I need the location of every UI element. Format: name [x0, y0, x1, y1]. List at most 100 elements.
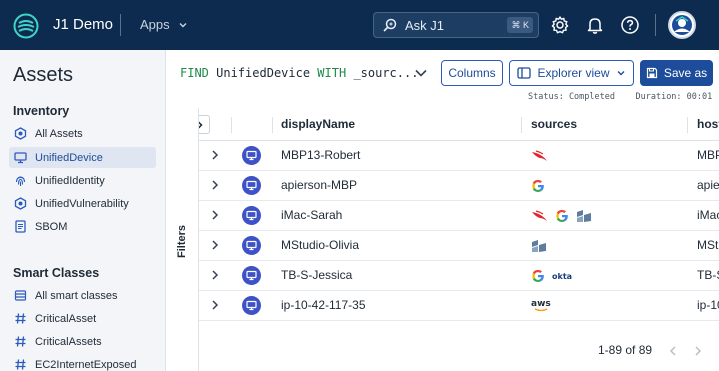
- columns-button[interactable]: Columns: [441, 60, 503, 86]
- table-row[interactable]: TB-S-Jessica okta TB-S: [199, 261, 719, 291]
- table-row[interactable]: MStudio-Olivia MSt: [199, 231, 719, 261]
- column-divider[interactable]: [687, 117, 688, 133]
- sidebar-item-critical-asset[interactable]: CriticalAsset: [9, 308, 156, 329]
- explorer-view-dropdown[interactable]: Explorer view: [509, 60, 634, 86]
- hash-icon: [14, 335, 27, 348]
- table-row[interactable]: [199, 321, 719, 334]
- okta-icon: okta: [552, 271, 573, 281]
- google-icon: [531, 269, 545, 283]
- sidebar-item-sbom[interactable]: SBOM: [9, 216, 156, 237]
- next-page-icon[interactable]: [691, 344, 705, 358]
- save-icon: [646, 67, 657, 79]
- host-cell: ip-10: [697, 298, 719, 312]
- display-name-cell[interactable]: apierson-MBP: [281, 178, 357, 192]
- account-name[interactable]: J1 Demo: [53, 16, 113, 33]
- query-entity: UnifiedDevice: [216, 66, 311, 80]
- chevron-down-icon: [617, 71, 625, 76]
- status-text: Status: Completed: [528, 92, 615, 102]
- sidebar-item-label: CriticalAssets: [35, 335, 102, 348]
- column-divider: [231, 117, 232, 133]
- sidebar-item-unified-vulnerability[interactable]: UnifiedVulnerability: [9, 193, 156, 214]
- divider: [120, 14, 121, 36]
- display-name-cell[interactable]: TB-S-Jessica: [281, 268, 352, 282]
- column-header-displayname[interactable]: displayName: [281, 108, 355, 141]
- settings-icon[interactable]: [548, 13, 572, 37]
- bell-icon[interactable]: [583, 13, 607, 37]
- crowdstrike-icon: [531, 150, 548, 162]
- host-cell: MSt: [697, 238, 719, 252]
- display-name-cell[interactable]: ip-10-42-117-35: [281, 298, 366, 312]
- column-header-sources[interactable]: sources: [531, 108, 577, 141]
- chevron-right-icon[interactable]: [209, 209, 221, 221]
- chevron-right-icon[interactable]: [209, 239, 221, 251]
- previous-page-icon[interactable]: [666, 344, 680, 358]
- document-icon: [14, 220, 27, 233]
- divider: [655, 14, 656, 36]
- table-row[interactable]: apierson-MBP apie: [199, 171, 719, 201]
- expand-panel-button[interactable]: [199, 115, 210, 134]
- sidebar-item-label: CriticalAsset: [35, 312, 97, 325]
- sidebar-item-label: UnifiedDevice: [35, 151, 103, 164]
- device-entity-icon: [242, 146, 261, 165]
- ask-j1-search[interactable]: Ask J1 ⌘ K: [373, 12, 539, 38]
- google-icon: [555, 209, 569, 223]
- filters-label[interactable]: Filters: [176, 225, 188, 258]
- help-icon[interactable]: [618, 13, 642, 37]
- sidebar-item-all-assets[interactable]: All Assets: [9, 123, 156, 144]
- fingerprint-icon: [14, 174, 27, 187]
- column-header-host[interactable]: host: [697, 108, 719, 141]
- ask-j1-label: Ask J1: [405, 17, 445, 33]
- display-name-cell[interactable]: iMac-Sarah: [281, 208, 342, 222]
- sources-cell: aws: [531, 297, 551, 315]
- display-name-cell[interactable]: MStudio-Olivia: [281, 238, 359, 252]
- device-entity-icon: [242, 266, 261, 285]
- column-divider[interactable]: [521, 117, 522, 133]
- inventory-heading: Inventory: [13, 104, 70, 118]
- sources-cell: [531, 207, 592, 225]
- host-cell: TB-S: [697, 268, 719, 282]
- crowdstrike-icon: [531, 210, 548, 222]
- query-keyword: WITH: [317, 66, 347, 80]
- table-row[interactable]: ip-10-42-117-35 aws ip-10: [199, 291, 719, 321]
- hexagon-icon: [14, 197, 27, 210]
- explorer-view-label: Explorer view: [537, 66, 610, 80]
- sidebar-item-label: SBOM: [35, 220, 68, 233]
- sidebar-item-ec2-internet-exposed[interactable]: EC2InternetExposed: [9, 354, 156, 371]
- column-divider: [272, 117, 273, 133]
- table-row[interactable]: iMac-Sarah iMac: [199, 201, 719, 231]
- table-row[interactable]: MBP13-Robert MBP: [199, 141, 719, 171]
- user-avatar[interactable]: [668, 11, 696, 39]
- sidebar-item-label: UnifiedIdentity: [35, 174, 105, 187]
- aws-icon: aws: [531, 300, 551, 312]
- host-cell: MBP: [697, 148, 719, 162]
- sidebar-item-critical-assets[interactable]: CriticalAssets: [9, 331, 156, 352]
- display-name-cell[interactable]: MBP13-Robert: [281, 148, 360, 162]
- query-rest: _sourc...: [353, 66, 419, 80]
- chevron-right-icon[interactable]: [209, 269, 221, 281]
- sidebar-item-all-smart-classes[interactable]: All smart classes: [9, 285, 156, 306]
- sidebar-item-unified-identity[interactable]: UnifiedIdentity: [9, 170, 156, 191]
- chevron-right-icon[interactable]: [209, 179, 221, 191]
- apps-menu[interactable]: Apps: [140, 17, 188, 32]
- sidebar-item-label: UnifiedVulnerability: [35, 197, 129, 210]
- chevron-down-icon[interactable]: [413, 65, 429, 81]
- sources-cell: okta: [531, 267, 572, 285]
- jupiterone-logo-icon[interactable]: [13, 13, 39, 39]
- smart-classes-heading: Smart Classes: [13, 266, 100, 280]
- chevron-right-icon[interactable]: [209, 299, 221, 311]
- sidebar-item-label: All smart classes: [35, 289, 118, 302]
- query-input[interactable]: FIND UnifiedDevice WITH _sourc...: [180, 66, 418, 80]
- save-as-button[interactable]: Save as: [640, 60, 713, 86]
- sources-cell: [531, 147, 548, 165]
- jamf-icon: [531, 239, 547, 253]
- ai-search-icon: [383, 18, 397, 32]
- device-entity-icon: [242, 176, 261, 195]
- hash-icon: [14, 312, 27, 325]
- sidebar-item-unified-device[interactable]: UnifiedDevice: [9, 147, 156, 168]
- chevron-right-icon[interactable]: [209, 149, 221, 161]
- jamf-icon: [576, 209, 592, 223]
- page-title: Assets: [13, 64, 74, 86]
- hexagon-icon: [14, 127, 27, 140]
- device-entity-icon: [242, 236, 261, 255]
- pagination-text: 1-89 of 89: [598, 343, 653, 357]
